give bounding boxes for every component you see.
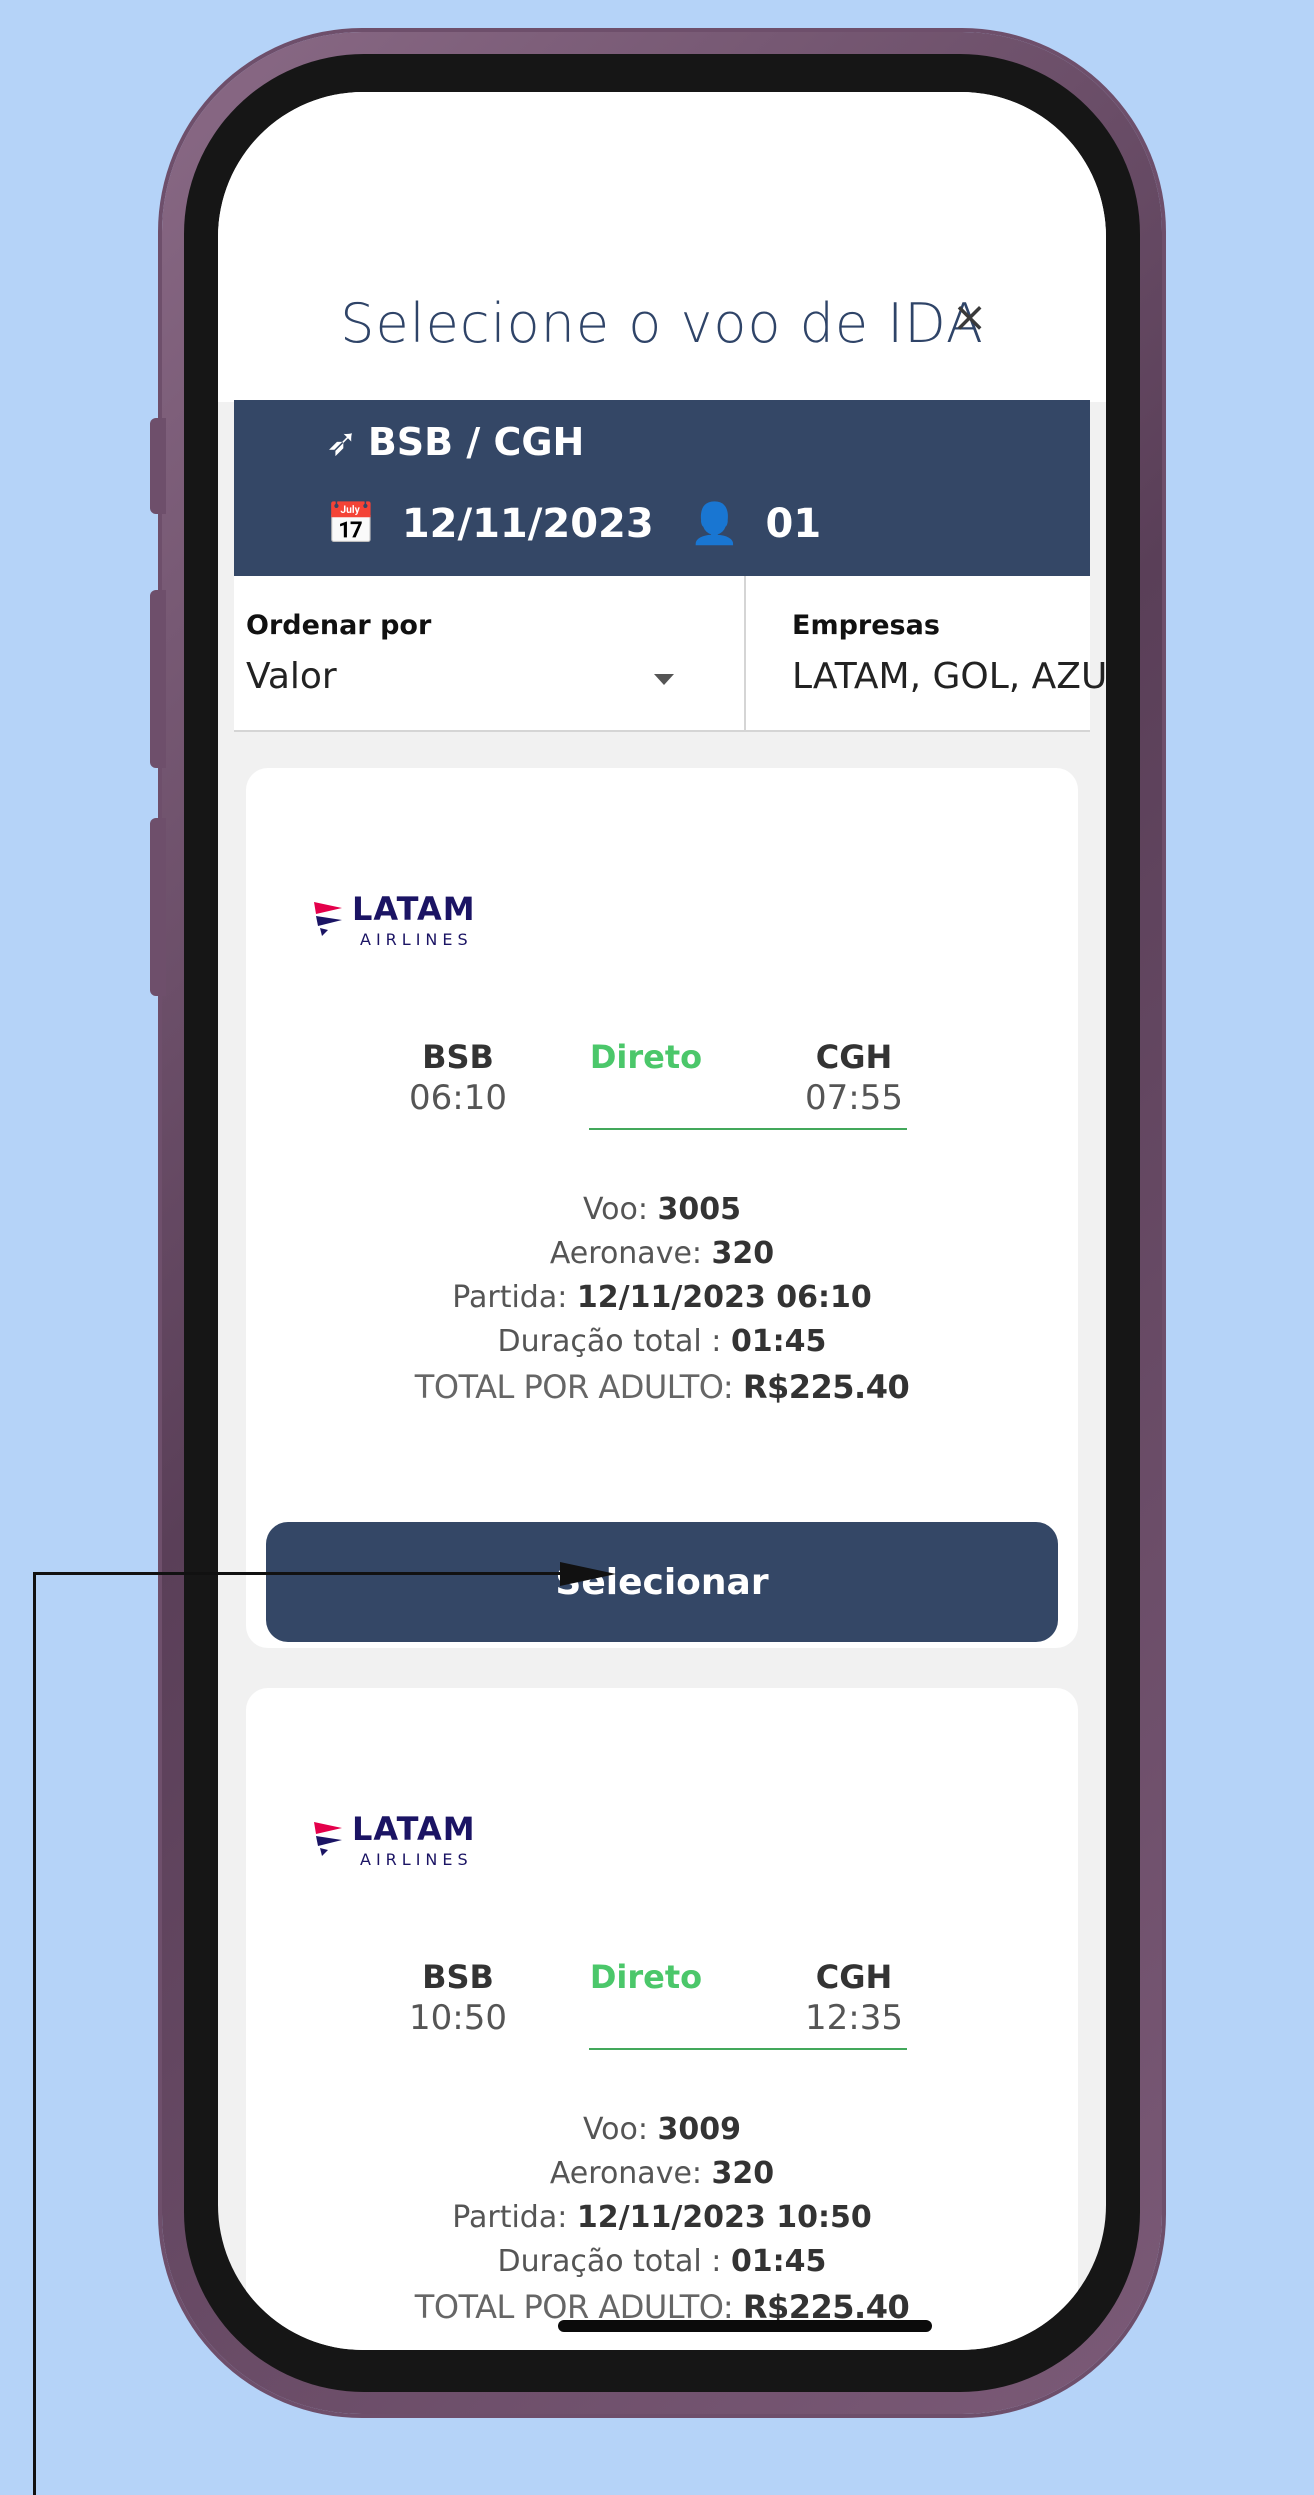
route-line-divider [589,1128,907,1130]
stops-label: Direto [589,1038,703,1076]
departure-row: Partida: 12/11/2023 06:10 [246,1276,1078,1320]
date-passenger-line: 📅 12/11/2023 👤 01 [326,500,822,548]
origin: BSB 10:50 [378,1958,538,2038]
departure-time: 06:10 [409,1078,507,1118]
total-price: TOTAL POR ADULTO: R$225.40 [246,1368,1078,1406]
flight-details: Voo: 3009 Aeronave: 320 Partida: 12/11/2… [246,2108,1078,2284]
departure-row: Partida: 12/11/2023 10:50 [246,2196,1078,2240]
destination: CGH 12:35 [774,1958,934,2038]
filter-bar: Ordenar por Valor Empresas LATAM, GOL, A… [234,576,1106,732]
logo-name: LATAM [352,890,476,928]
route-line: ➶ BSB / CGH [326,420,584,464]
sort-dropdown[interactable]: Ordenar por Valor [234,576,746,730]
chevron-down-icon [654,674,674,685]
flight-number-row: Voo: 3005 [246,1188,1078,1232]
phone-volume-down-button [150,818,166,996]
aircraft-row: Aeronave: 320 [246,2152,1078,2196]
flight-number: 3009 [657,2112,742,2147]
route-line-divider [589,2048,907,2050]
home-indicator [558,2320,932,2332]
stops-label: Direto [589,1958,703,1996]
phone-screen: Selecione o voo de IDA × ➶ BSB / CGH 📅 12/… [218,92,1106,2350]
annotation-line-horizontal [33,1572,573,1575]
arrival-time: 07:55 [805,1078,903,1118]
origin: BSB 06:10 [378,1038,538,1118]
airlines-dropdown[interactable]: Empresas LATAM, GOL, AZUL [746,576,1106,730]
phone-volume-up-button [150,590,166,768]
travel-date: 12/11/2023 [401,500,654,547]
passenger-count: 01 [765,500,822,547]
flight-card: LATAM AIRLINES BSB 06:10 Direto CGH 07:5… [246,768,1078,1648]
navigation-arrow-icon: ➶ [326,420,358,464]
destination: CGH 07:55 [774,1038,934,1118]
route-summary-bar: ➶ BSB / CGH 📅 12/11/2023 👤 01 [234,400,1090,576]
departure-time: 10:50 [409,1998,507,2038]
aircraft-row: Aeronave: 320 [246,1232,1078,1276]
duration-label: Duração total : [497,1324,731,1359]
aircraft-label: Aeronave: [549,1236,712,1271]
duration: 01:45 [730,2244,827,2279]
modal-header [218,92,1106,402]
departure-datetime: 12/11/2023 10:50 [576,2200,872,2235]
close-button[interactable]: × [952,292,987,341]
flight-number: 3005 [657,1192,742,1227]
sort-label: Ordenar por [246,610,432,641]
route-text: BSB / CGH [367,420,585,464]
aircraft: 320 [711,1236,775,1271]
flight-details: Voo: 3005 Aeronave: 320 Partida: 12/11/2… [246,1188,1078,1364]
phone-mute-switch [150,418,166,514]
calendar-icon: 📅 [326,501,376,547]
latam-airlines-icon [314,1822,342,1856]
destination-code: CGH [815,1038,893,1076]
departure-label: Partida: [452,2200,577,2235]
total-price-label: TOTAL POR ADULTO: [414,1368,743,1406]
flight-number-row: Voo: 3009 [246,2108,1078,2152]
flight-number-label: Voo: [582,2112,658,2147]
annotation-line-vertical [33,1572,36,2495]
person-icon: 👤 [689,501,740,547]
latam-airlines-icon [314,902,342,936]
duration-row: Duração total : 01:45 [246,1320,1078,1364]
departure-label: Partida: [452,1280,577,1315]
aircraft: 320 [711,2156,775,2191]
duration-row: Duração total : 01:45 [246,2240,1078,2284]
airlines-value: LATAM, GOL, AZUL [792,656,1106,697]
duration: 01:45 [730,1324,827,1359]
select-flight-button[interactable]: Selecionar [266,1522,1058,1642]
logo-sub: AIRLINES [360,930,473,949]
arrival-time: 12:35 [805,1998,903,2038]
aircraft-label: Aeronave: [549,2156,712,2191]
flight-number-label: Voo: [582,1192,658,1227]
destination-code: CGH [815,1958,893,1996]
logo-name: LATAM [352,1810,476,1848]
departure-datetime: 12/11/2023 06:10 [576,1280,872,1315]
sort-value: Valor [246,656,337,697]
total-price-value: R$225.40 [742,1368,910,1406]
origin-code: BSB [422,1038,494,1076]
duration-label: Duração total : [497,2244,731,2279]
logo-sub: AIRLINES [360,1850,473,1869]
annotation-arrow-icon [560,1562,616,1586]
airlines-label: Empresas [792,610,940,641]
flight-card: LATAM AIRLINES BSB 10:50 Direto CGH 12:3… [246,1688,1078,2350]
origin-code: BSB [422,1958,494,1996]
